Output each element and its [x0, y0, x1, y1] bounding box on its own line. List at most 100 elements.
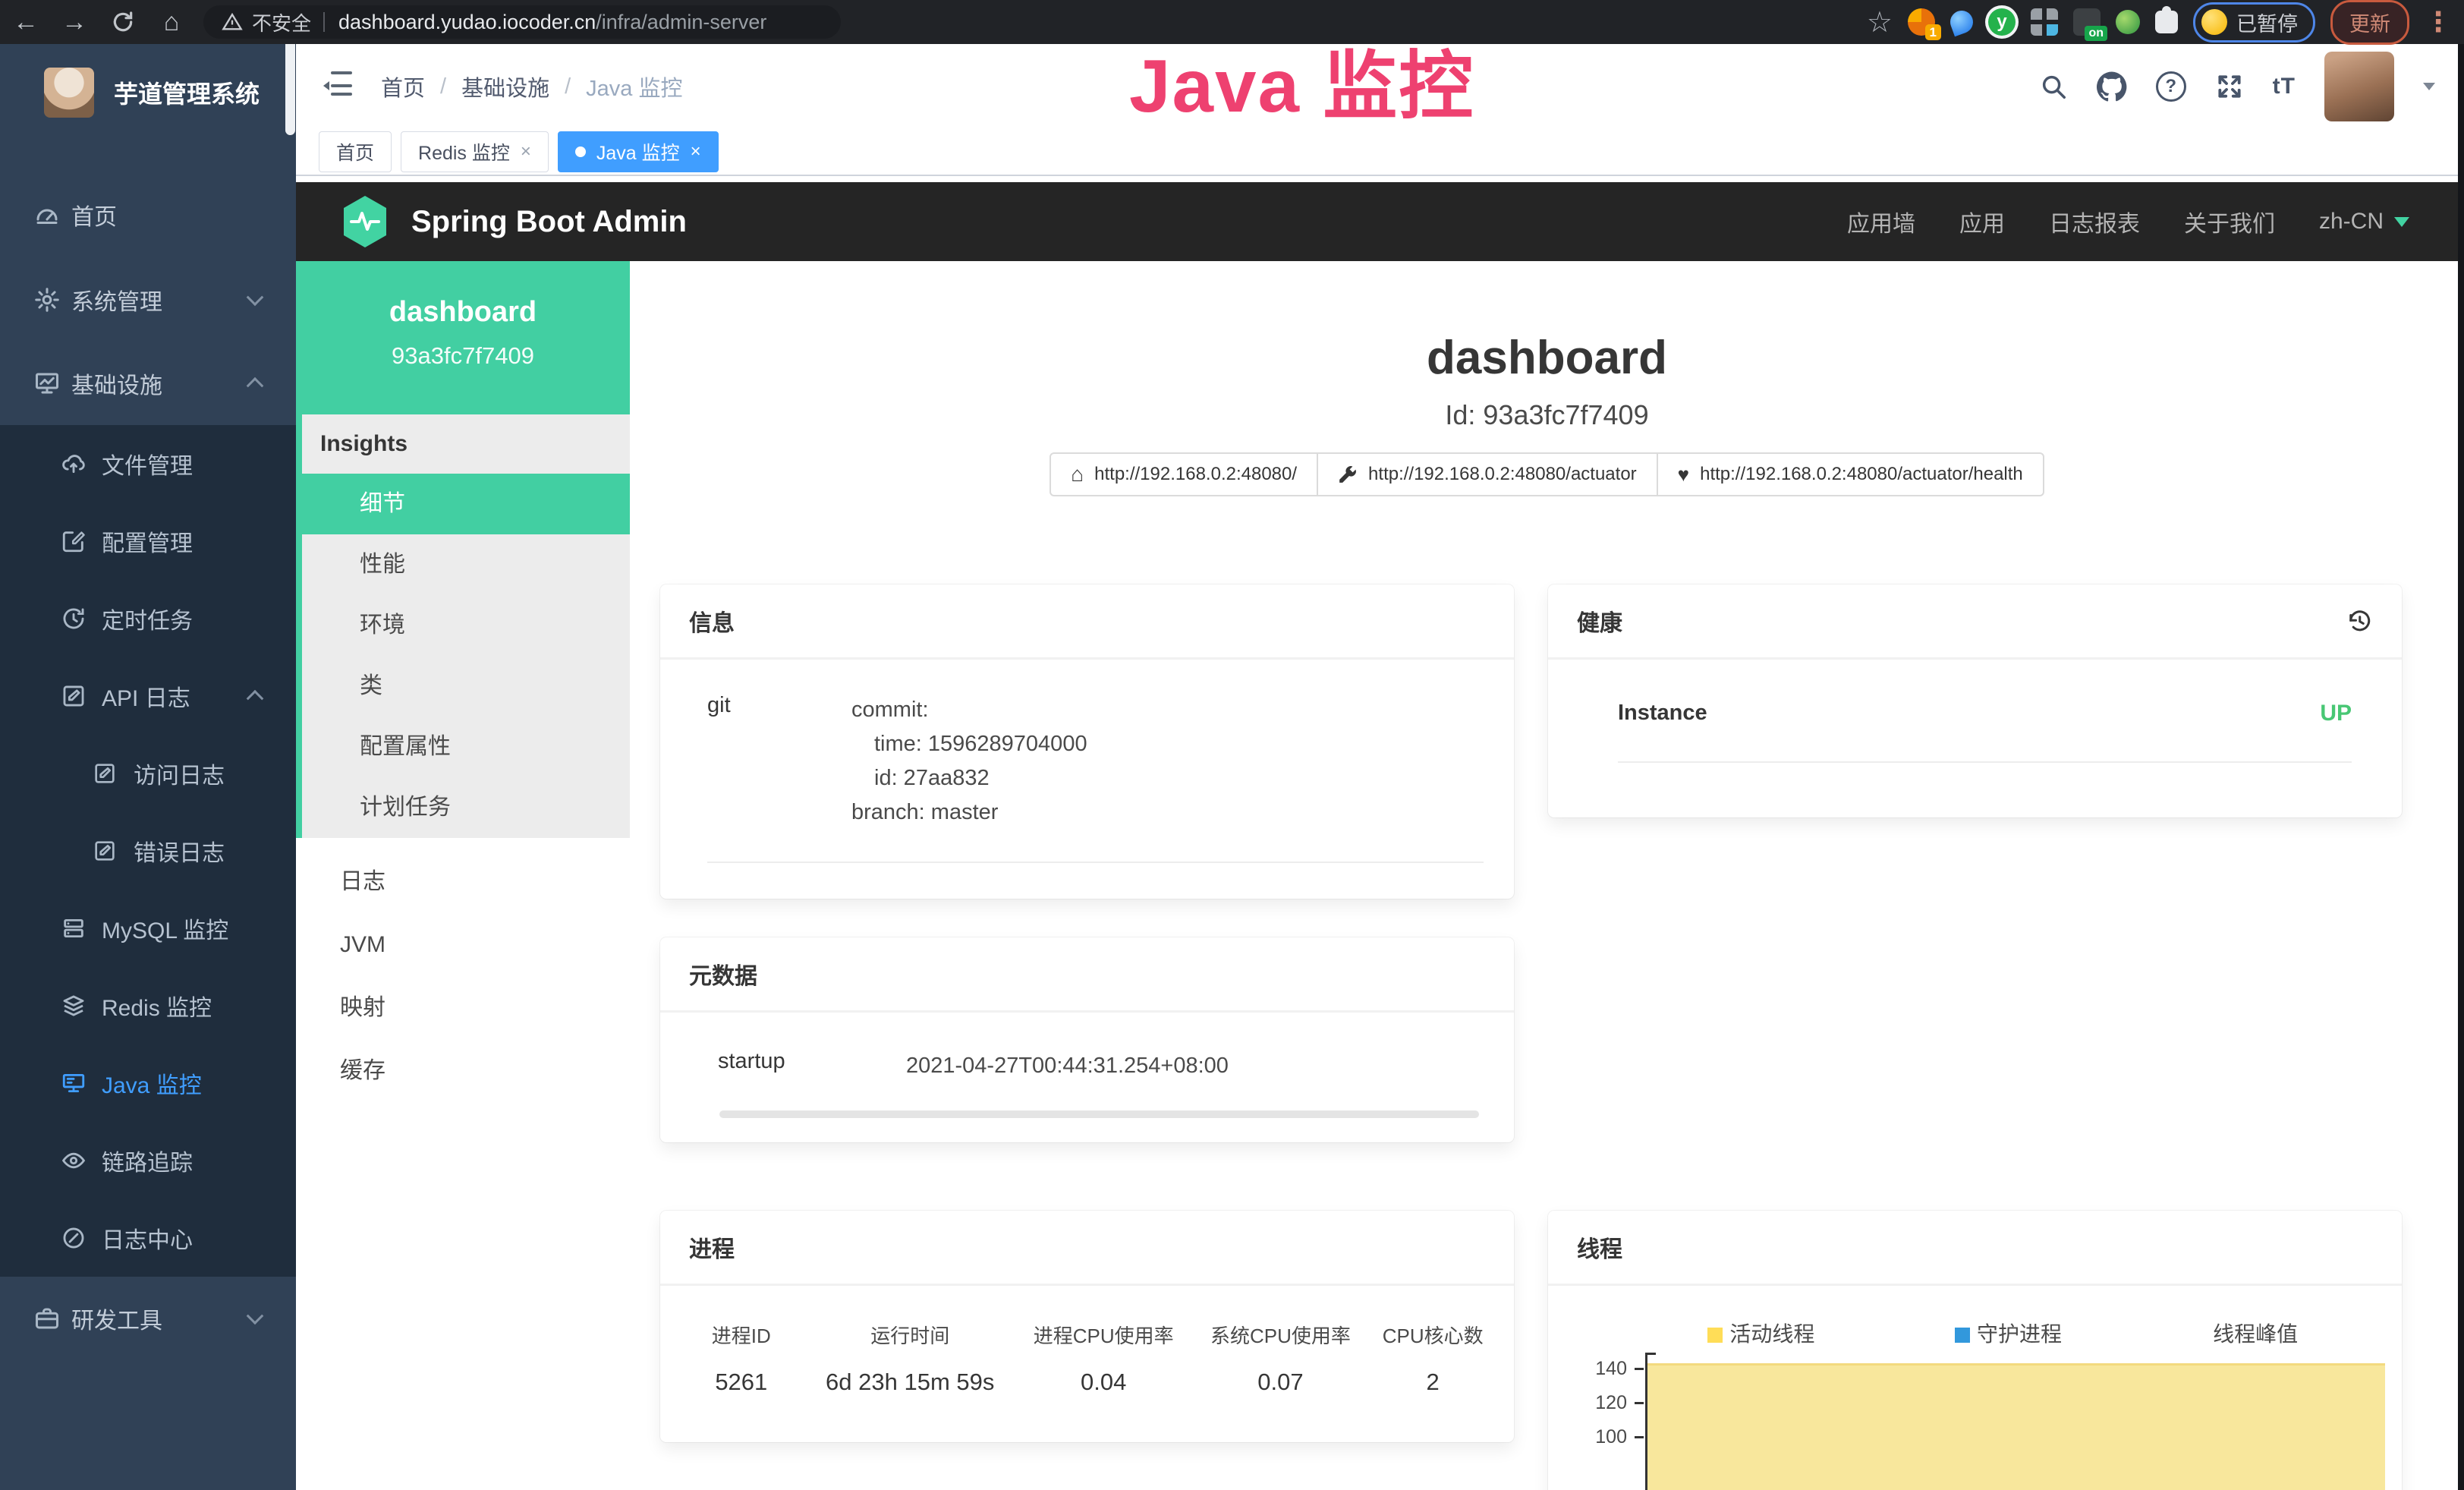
- sidebar-item-infra[interactable]: 基础设施: [0, 342, 296, 425]
- log-edit-icon: [93, 839, 117, 863]
- breadcrumb-home[interactable]: 首页: [381, 71, 425, 102]
- sba-instance-id: 93a3fc7f7409: [296, 342, 630, 370]
- sidebar-item-jobs[interactable]: 定时任务: [0, 580, 296, 657]
- sidebar-item-config[interactable]: 配置管理: [0, 502, 296, 580]
- info-git-row: git commit: time: 1596289704000 id: 27aa…: [707, 693, 1484, 863]
- sba-locale-select[interactable]: zh-CN: [2319, 209, 2409, 235]
- sidebar-item-dev-tools[interactable]: 研发工具: [0, 1277, 296, 1360]
- bookmark-star-icon[interactable]: ☆: [1867, 5, 1893, 39]
- sidebar-item-api-log[interactable]: API 日志: [0, 657, 296, 735]
- horizontal-scrollbar[interactable]: [719, 1110, 1479, 1118]
- sba-menu-config-props[interactable]: 配置属性: [302, 717, 630, 777]
- sba-nav-applications[interactable]: 应用: [1959, 205, 2005, 238]
- update-button[interactable]: 更新: [2330, 0, 2409, 45]
- sidebar-item-files[interactable]: 文件管理: [0, 425, 296, 502]
- address-bar[interactable]: 不安全 dashboard.yudao.iocoder.cn/infra/adm…: [203, 5, 841, 39]
- sba-menu-scheduled-tasks[interactable]: 计划任务: [302, 777, 630, 838]
- extensions-puzzle-icon[interactable]: [2155, 11, 2178, 33]
- sba-nav-wallboard[interactable]: 应用墙: [1847, 205, 1915, 238]
- tab-home[interactable]: 首页: [319, 131, 392, 172]
- close-icon[interactable]: ×: [691, 141, 701, 162]
- log-edit-icon: [93, 761, 117, 786]
- forward-icon[interactable]: →: [53, 0, 96, 44]
- sidebar-item-java-monitor[interactable]: Java 监控: [0, 1044, 296, 1122]
- sba-menu-caches[interactable]: 缓存: [296, 1039, 630, 1102]
- sba-nav: 应用墙 应用 日志报表 关于我们 zh-CN: [1847, 182, 2409, 261]
- sidebar-item-label: 错误日志: [134, 834, 225, 868]
- font-size-icon[interactable]: tT: [2273, 74, 2296, 99]
- collapse-menu-icon[interactable]: [323, 71, 355, 102]
- sidebar-item-home[interactable]: 首页: [0, 173, 296, 257]
- sba-logo-icon[interactable]: [340, 194, 390, 249]
- info-card-title: 信息: [660, 584, 1514, 660]
- url-host: dashboard.yudao.iocoder.cn: [338, 11, 596, 34]
- app-logo-image: [44, 68, 94, 118]
- git-id-line: id: 27aa832: [851, 766, 990, 790]
- sba-nav-about[interactable]: 关于我们: [2184, 205, 2275, 238]
- browser-menu-icon[interactable]: ⋮: [2425, 6, 2452, 38]
- history-icon[interactable]: [2346, 607, 2373, 635]
- gear-icon: [33, 286, 61, 313]
- close-icon[interactable]: ×: [521, 141, 531, 162]
- metadata-value: 2021-04-27T00:44:31.254+08:00: [906, 1049, 1229, 1083]
- threads-chart: 140 120 100: [1548, 1359, 2385, 1490]
- tab-redis-monitor[interactable]: Redis 监控 ×: [401, 131, 549, 172]
- extension-grid-icon[interactable]: [2031, 8, 2058, 36]
- sidebar-item-tracing[interactable]: 链路追踪: [0, 1122, 296, 1199]
- back-icon[interactable]: ←: [5, 0, 47, 44]
- browser-home-icon[interactable]: ⌂: [150, 0, 193, 44]
- sba-instance-header[interactable]: dashboard 93a3fc7f7409: [296, 261, 630, 414]
- service-url-button[interactable]: ⌂ http://192.168.0.2:48080/: [1049, 452, 1318, 496]
- sidebar-item-label: 系统管理: [71, 283, 162, 317]
- threads-card: 线程 活动线程 守护进程 线程峰值 143 53 147 140 120 100: [1548, 1211, 2402, 1490]
- extension-on-badge: on: [2085, 26, 2107, 41]
- tab-label: 首页: [336, 138, 374, 165]
- git-commit-line: commit:: [851, 698, 929, 722]
- chevron-up-icon: [247, 690, 264, 707]
- sidebar-item-mysql[interactable]: MySQL 监控: [0, 890, 296, 967]
- fullscreen-icon[interactable]: [2215, 72, 2244, 101]
- github-icon[interactable]: [2097, 71, 2127, 102]
- breadcrumb-infra[interactable]: 基础设施: [461, 71, 549, 102]
- extension-y-icon[interactable]: y: [1988, 8, 2016, 36]
- sidebar-item-label: API 日志: [102, 679, 190, 713]
- health-instance-row: Instance UP: [1618, 701, 2352, 763]
- sba-menu-classes[interactable]: 类: [302, 656, 630, 717]
- help-icon[interactable]: ?: [2156, 71, 2186, 102]
- sidebar-item-system[interactable]: 系统管理: [0, 258, 296, 342]
- extension-badge: 1: [1925, 24, 1941, 40]
- health-url-button[interactable]: ♥ http://192.168.0.2:48080/actuator/heal…: [1657, 452, 2044, 496]
- user-avatar[interactable]: [2324, 52, 2394, 121]
- legend-peak-threads: 线程峰值: [2132, 1318, 2379, 1348]
- browser-actions: ☆ 1 y on 已暂停 更新 ⋮: [1867, 0, 2452, 44]
- extension-colorzilla-icon[interactable]: 1: [1908, 8, 1935, 36]
- sba-menu-jvm[interactable]: JVM: [296, 913, 630, 976]
- sidebar-item-access-log[interactable]: 访问日志: [0, 735, 296, 812]
- tab-label: Redis 监控: [418, 138, 510, 165]
- search-icon[interactable]: [2039, 72, 2068, 101]
- reload-icon[interactable]: [102, 0, 144, 44]
- url-path: /infra/admin-server: [596, 11, 766, 34]
- paused-profile-button[interactable]: 已暂停: [2193, 2, 2315, 43]
- sba-brand-title[interactable]: Spring Boot Admin: [411, 205, 687, 239]
- app-logo-row[interactable]: 芋道管理系统: [0, 44, 296, 141]
- sba-nav-journal[interactable]: 日志报表: [2049, 205, 2140, 238]
- extension-leaf-icon[interactable]: [2116, 10, 2140, 34]
- sba-menu-mappings[interactable]: 映射: [296, 976, 630, 1039]
- sidebar-item-error-log[interactable]: 错误日志: [0, 812, 296, 890]
- tab-java-monitor[interactable]: Java 监控 ×: [558, 131, 719, 172]
- sidebar-item-label: Java 监控: [102, 1066, 202, 1100]
- user-menu-caret-icon[interactable]: [2423, 83, 2435, 90]
- extension-pin-icon[interactable]: [1947, 8, 1976, 36]
- sidebar-item-log-center[interactable]: 日志中心: [0, 1199, 296, 1277]
- info-card: 信息 git commit: time: 1596289704000 id: 2…: [660, 584, 1514, 899]
- sba-menu-metrics[interactable]: 性能: [302, 534, 630, 595]
- extension-switch-icon[interactable]: on: [2073, 8, 2101, 36]
- sba-menu-logs[interactable]: 日志: [296, 850, 630, 913]
- sba-menu-details[interactable]: 细节: [302, 474, 630, 534]
- sba-menu-environment[interactable]: 环境: [302, 595, 630, 656]
- sidebar-item-redis[interactable]: Redis 监控: [0, 967, 296, 1044]
- actuator-url-button[interactable]: http://192.168.0.2:48080/actuator: [1317, 452, 1658, 496]
- tab-label: Java 监控: [596, 138, 680, 165]
- sidebar-item-label: 链路追踪: [102, 1144, 193, 1177]
